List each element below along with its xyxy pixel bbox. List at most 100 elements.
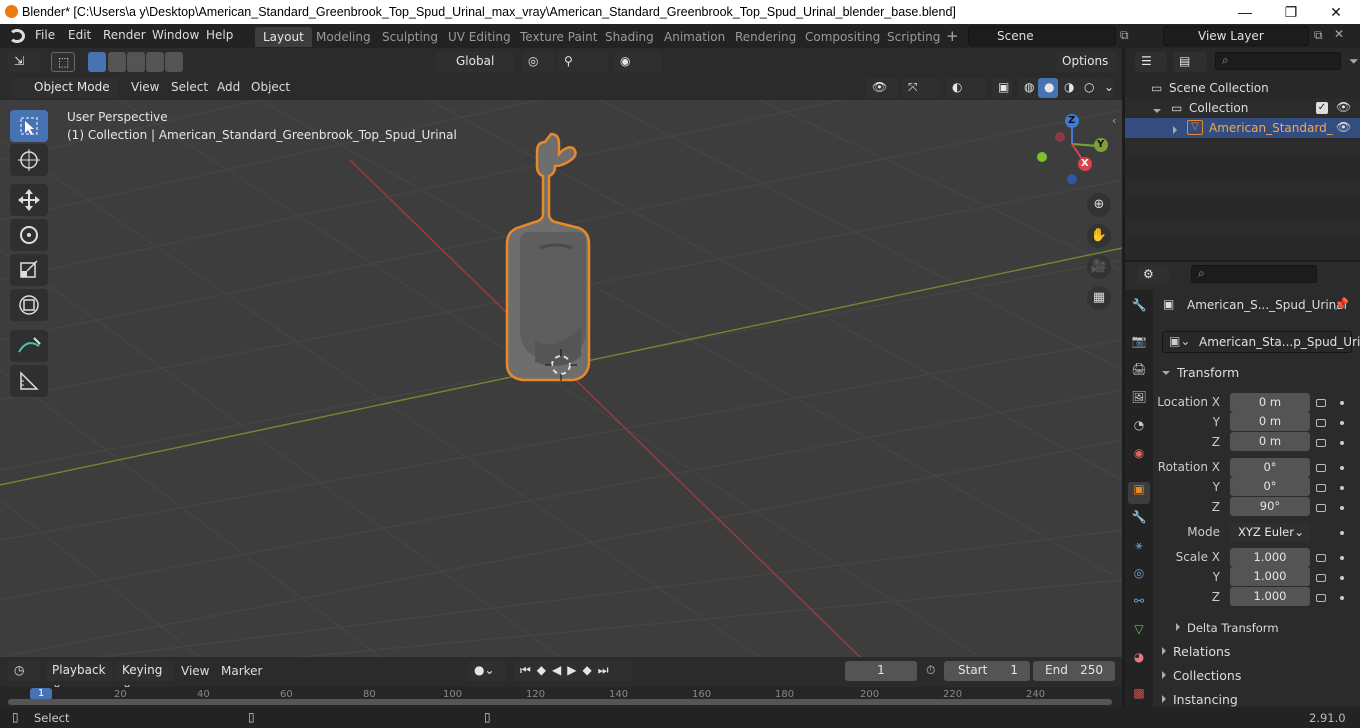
new-view-layer-icon[interactable]: ⧉ xyxy=(1314,28,1323,43)
object-tab-icon[interactable]: ▣ xyxy=(1128,482,1150,504)
transform-panel-header[interactable]: Transform xyxy=(1162,365,1239,380)
select-mode-difference-icon[interactable] xyxy=(146,52,164,72)
location-z-field[interactable]: 0 m xyxy=(1230,432,1310,451)
outliner-row-scene-collection[interactable]: ▭ Scene Collection xyxy=(1125,78,1360,98)
timeline-ruler[interactable]: 1 20 40 60 80 100 120 140 160 180 200 22… xyxy=(0,687,1122,707)
blender-menu-icon[interactable] xyxy=(9,29,25,43)
timeline-menu-marker[interactable]: Marker xyxy=(221,664,262,678)
lock-icon[interactable] xyxy=(1316,554,1326,562)
output-tab-icon[interactable]: 🖨 xyxy=(1128,362,1150,384)
material-tab-icon[interactable]: ◕ xyxy=(1128,650,1150,672)
gizmo-x-label[interactable]: X xyxy=(1081,158,1089,169)
menu-render[interactable]: Render xyxy=(103,28,146,42)
exclude-checkbox[interactable]: ✓ xyxy=(1316,102,1328,114)
keyframe-dot-icon[interactable] xyxy=(1340,486,1344,490)
select-mode-extend-icon[interactable] xyxy=(108,52,126,72)
constraints-tab-icon[interactable]: ⚯ xyxy=(1128,594,1150,616)
tab-layout[interactable]: Layout xyxy=(255,27,312,47)
rotation-mode-dropdown[interactable]: XYZ Euler ⌄ xyxy=(1230,523,1310,542)
lock-icon[interactable] xyxy=(1316,574,1326,582)
tab-rendering[interactable]: Rendering xyxy=(727,27,804,47)
outliner-search-input[interactable]: ⌕ xyxy=(1215,52,1341,70)
gizmo-z-label[interactable]: Z xyxy=(1068,115,1075,126)
playback-dropdown[interactable]: Playback ⌄ xyxy=(46,661,112,691)
menu-add[interactable]: Add xyxy=(217,80,240,94)
keyframe-dot-icon[interactable] xyxy=(1340,466,1344,470)
outliner-display-mode-dropdown[interactable]: ▤ xyxy=(1173,52,1207,72)
solid-shading-button[interactable]: ● xyxy=(1038,78,1058,98)
select-mode-new-icon[interactable] xyxy=(88,52,106,72)
zoom-icon[interactable]: ⊕ xyxy=(1087,193,1111,217)
timeline-editor-type-button[interactable]: ◷ xyxy=(8,661,40,681)
scale-y-field[interactable]: 1.000 xyxy=(1230,567,1310,586)
lock-icon[interactable] xyxy=(1316,419,1326,427)
remove-view-layer-icon[interactable]: ✕ xyxy=(1334,27,1344,41)
proportional-editing-toggle[interactable]: ◉ xyxy=(614,52,662,72)
cursor-tool[interactable] xyxy=(10,144,48,176)
3d-viewport[interactable]: Z Y X User Perspective (1) Collection | … xyxy=(0,100,1122,657)
tool-settings-tab-icon[interactable]: 🔧 xyxy=(1128,298,1150,320)
particles-tab-icon[interactable]: ⚹ xyxy=(1128,538,1150,560)
select-mode-subtract-icon[interactable] xyxy=(127,52,145,72)
properties-editor-type-button[interactable]: ⚙ xyxy=(1137,265,1169,285)
keyframe-dot-icon[interactable] xyxy=(1340,596,1344,600)
keyframe-dot-icon[interactable] xyxy=(1340,576,1344,580)
view-layer-selector[interactable]: View Layer xyxy=(1163,26,1309,46)
relations-panel-header[interactable]: Relations xyxy=(1162,644,1230,659)
scale-z-field[interactable]: 1.000 xyxy=(1230,587,1310,606)
current-frame-field[interactable]: 1 xyxy=(845,661,917,681)
keyframe-dot-icon[interactable] xyxy=(1340,531,1344,535)
material-shading-button[interactable]: ◑ xyxy=(1058,78,1078,98)
xray-toggle[interactable]: ▣ xyxy=(992,78,1012,98)
new-scene-icon[interactable]: ⧉ xyxy=(1120,28,1129,43)
lock-icon[interactable] xyxy=(1316,504,1326,512)
lock-icon[interactable] xyxy=(1316,464,1326,472)
minimize-button[interactable]: — xyxy=(1222,0,1268,24)
texture-tab-icon[interactable]: ▩ xyxy=(1128,686,1150,708)
outliner-row-object[interactable]: ▽ American_Standard_ 👁 xyxy=(1125,118,1360,138)
physics-tab-icon[interactable]: ◎ xyxy=(1128,566,1150,588)
location-y-field[interactable]: 0 m xyxy=(1230,412,1310,431)
world-tab-icon[interactable]: ◉ xyxy=(1128,446,1150,468)
properties-search-input[interactable]: ⌕ xyxy=(1191,265,1317,283)
expand-toggle-icon[interactable] xyxy=(1153,104,1168,118)
delta-transform-subpanel[interactable]: Delta Transform xyxy=(1176,621,1279,635)
lock-icon[interactable] xyxy=(1316,399,1326,407)
select-tool-icon[interactable]: ⬚ xyxy=(51,52,75,72)
mesh-data-tab-icon[interactable]: ▽ xyxy=(1128,622,1150,644)
select-box-tool[interactable] xyxy=(10,110,48,142)
measure-tool[interactable] xyxy=(10,365,48,397)
playback-controls[interactable]: ⏮◆◀▶◆⏭ xyxy=(514,661,632,681)
rotate-tool[interactable] xyxy=(10,219,48,251)
lock-icon[interactable] xyxy=(1316,484,1326,492)
modifier-tab-icon[interactable]: 🔧 xyxy=(1128,510,1150,532)
mode-dropdown[interactable]: Object Mode xyxy=(12,78,118,98)
render-tab-icon[interactable]: 📷 xyxy=(1128,334,1150,356)
keyframe-dot-icon[interactable] xyxy=(1340,401,1344,405)
gizmo-y-label[interactable]: Y xyxy=(1097,139,1104,150)
scale-tool[interactable] xyxy=(10,254,48,286)
filter-icon[interactable]: ⏷ xyxy=(1349,54,1359,69)
ortho-toggle-icon[interactable]: ▦ xyxy=(1087,286,1111,310)
expand-toggle-icon[interactable] xyxy=(1173,124,1184,138)
tab-animation[interactable]: Animation xyxy=(656,27,733,47)
shading-options-dropdown[interactable]: ⌄ xyxy=(1098,78,1114,98)
outliner-editor-type-button[interactable]: ☰ xyxy=(1135,52,1167,72)
close-button[interactable]: ✕ xyxy=(1313,0,1359,24)
location-x-field[interactable]: 0 m xyxy=(1230,393,1310,412)
start-frame-field[interactable]: Start 1 xyxy=(944,661,1030,681)
pan-hand-icon[interactable]: ✋ xyxy=(1087,224,1111,248)
menu-object[interactable]: Object xyxy=(251,80,290,94)
visibility-dropdown[interactable]: 👁 xyxy=(866,78,898,98)
auto-keying-toggle[interactable]: ●⌄ xyxy=(468,661,506,681)
tab-texture-paint[interactable]: Texture Paint xyxy=(512,27,605,47)
timeline-scrollbar[interactable] xyxy=(8,699,1112,705)
select-mode-intersect-icon[interactable] xyxy=(165,52,183,72)
rotation-x-field[interactable]: 0° xyxy=(1230,458,1310,477)
tab-uv-editing[interactable]: UV Editing xyxy=(440,27,519,47)
rotation-y-field[interactable]: 0° xyxy=(1230,477,1310,496)
menu-edit[interactable]: Edit xyxy=(68,28,91,42)
tab-compositing[interactable]: Compositing xyxy=(797,27,888,47)
pivot-point-dropdown[interactable]: ◎ xyxy=(522,52,554,72)
object-datablock-field[interactable]: ▣⌄ American_Sta...p_Spud_Urinal xyxy=(1162,331,1360,353)
